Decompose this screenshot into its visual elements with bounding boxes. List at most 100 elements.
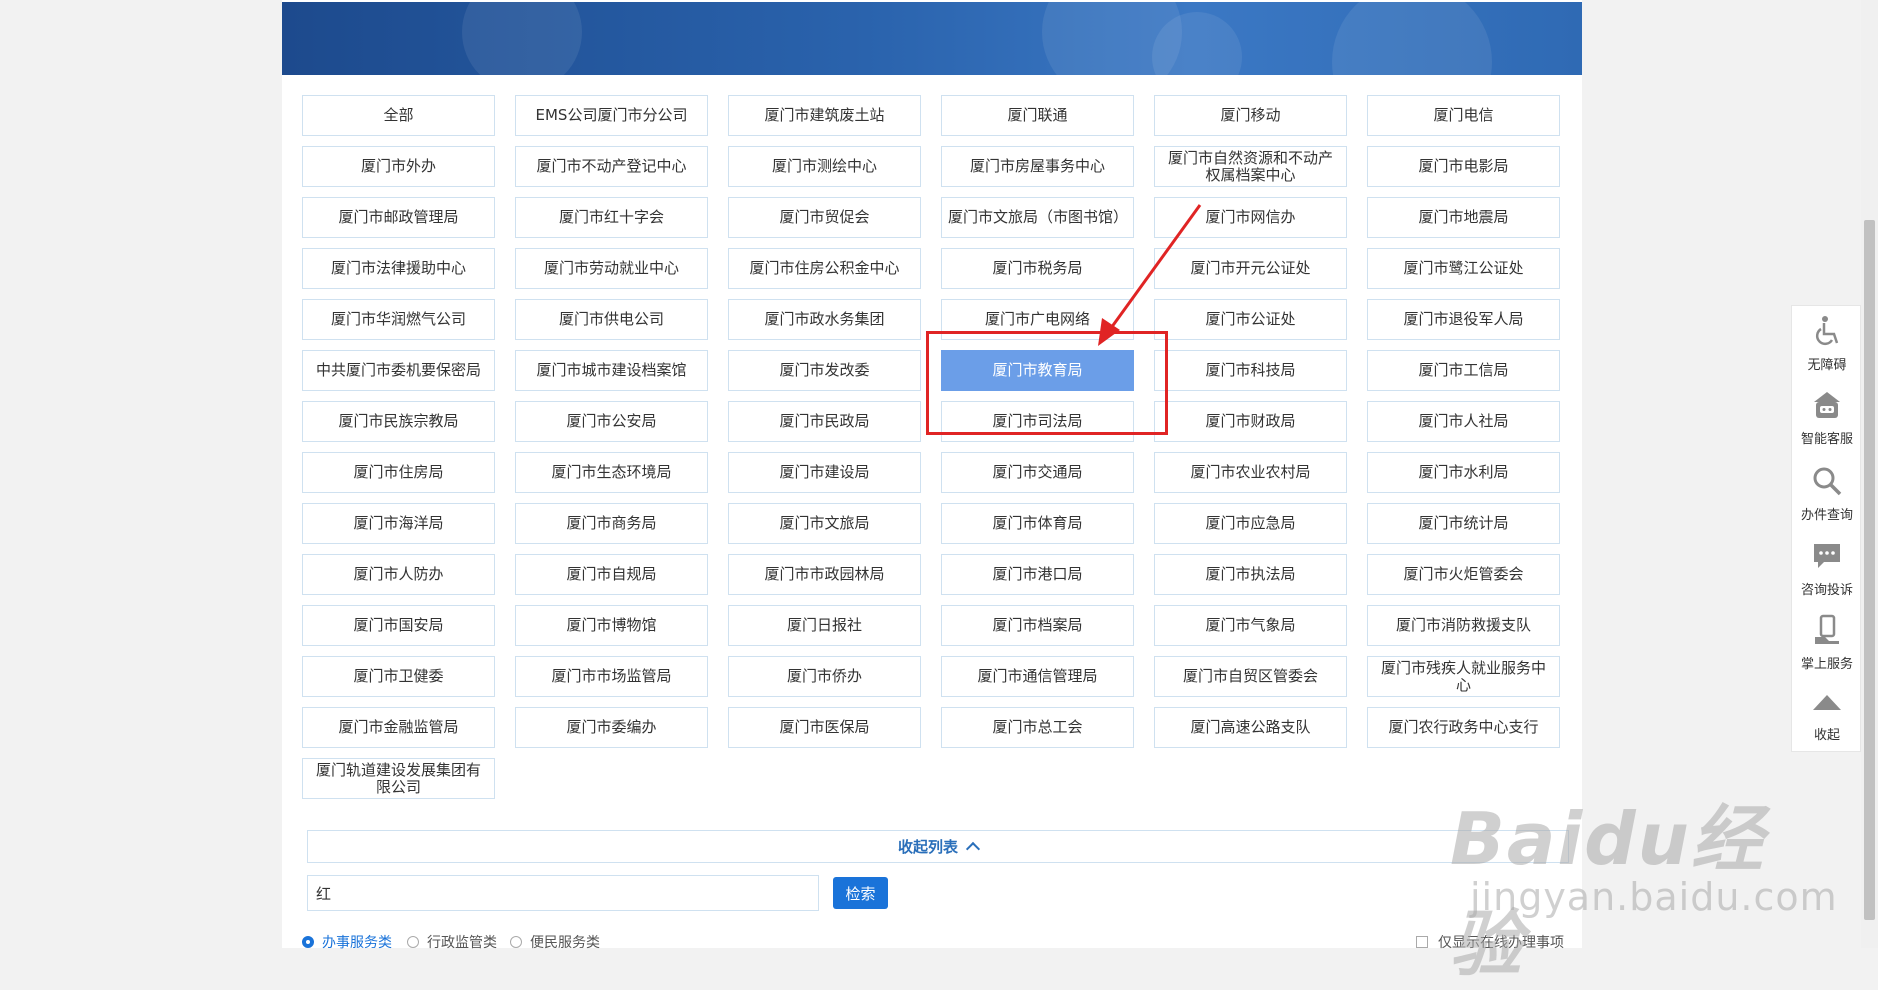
department-button[interactable]: 厦门市商务局	[515, 503, 708, 544]
mobile-icon	[1815, 614, 1839, 644]
department-button[interactable]: 厦门轨道建设发展集团有限公司	[302, 758, 495, 799]
department-button[interactable]: 厦门市测绘中心	[728, 146, 921, 187]
search-button[interactable]: 检索	[833, 877, 888, 909]
department-button[interactable]: 厦门市公证处	[1154, 299, 1347, 340]
department-button[interactable]: 厦门市海洋局	[302, 503, 495, 544]
department-button[interactable]: 厦门市港口局	[941, 554, 1134, 595]
department-button[interactable]: 厦门市自规局	[515, 554, 708, 595]
radio-service[interactable]: 办事服务类	[302, 932, 392, 952]
department-button[interactable]: 厦门市贸促会	[728, 197, 921, 238]
sidebar-item-collapse[interactable]: 收起	[1792, 684, 1862, 754]
department-button[interactable]: 厦门高速公路支队	[1154, 707, 1347, 748]
department-button[interactable]: 厦门市政水务集团	[728, 299, 921, 340]
department-button[interactable]: 厦门市供电公司	[515, 299, 708, 340]
department-button[interactable]: 厦门市法律援助中心	[302, 248, 495, 289]
department-button[interactable]: 中共厦门市委机要保密局	[302, 350, 495, 391]
department-button[interactable]: 厦门市侨办	[728, 656, 921, 697]
sidebar-item-smart-service[interactable]: 智能客服	[1792, 388, 1862, 458]
radio-label: 便民服务类	[530, 935, 600, 951]
department-button[interactable]: 厦门市房屋事务中心	[941, 146, 1134, 187]
department-button[interactable]: 厦门市住房公积金中心	[728, 248, 921, 289]
department-button[interactable]: 厦门市医保局	[728, 707, 921, 748]
radio-dot	[510, 936, 522, 948]
department-button[interactable]: 厦门市残疾人就业服务中心	[1367, 656, 1560, 697]
department-button[interactable]: 厦门市发改委	[728, 350, 921, 391]
department-button[interactable]: 厦门市人防办	[302, 554, 495, 595]
search-input[interactable]	[307, 875, 819, 911]
department-button[interactable]: 厦门市邮政管理局	[302, 197, 495, 238]
department-button[interactable]: 厦门市公安局	[515, 401, 708, 442]
department-button[interactable]: 厦门市不动产登记中心	[515, 146, 708, 187]
department-button[interactable]: 厦门市广电网络	[941, 299, 1134, 340]
department-button[interactable]: 厦门电信	[1367, 95, 1560, 136]
department-button[interactable]: 厦门市红十字会	[515, 197, 708, 238]
department-button[interactable]: 厦门市教育局	[941, 350, 1134, 391]
department-button[interactable]: 厦门市水利局	[1367, 452, 1560, 493]
department-button[interactable]: 厦门市城市建设档案馆	[515, 350, 708, 391]
department-button[interactable]: 厦门市通信管理局	[941, 656, 1134, 697]
department-button[interactable]: 厦门市市场监管局	[515, 656, 708, 697]
department-button[interactable]: 厦门市金融监管局	[302, 707, 495, 748]
department-button[interactable]: 厦门市网信办	[1154, 197, 1347, 238]
department-button[interactable]: 厦门市税务局	[941, 248, 1134, 289]
scrollbar[interactable]	[1861, 0, 1878, 948]
checkbox-label: 仅显示在线办理事项	[1438, 935, 1564, 951]
department-button[interactable]: 厦门市国安局	[302, 605, 495, 646]
department-button[interactable]: 厦门市民族宗教局	[302, 401, 495, 442]
department-button[interactable]: 厦门市总工会	[941, 707, 1134, 748]
department-button[interactable]: 厦门市生态环境局	[515, 452, 708, 493]
department-button[interactable]: 厦门市交通局	[941, 452, 1134, 493]
sidebar-item-mobile[interactable]: 掌上服务	[1792, 613, 1862, 683]
department-button[interactable]: 厦门市住房局	[302, 452, 495, 493]
department-button[interactable]: 厦门市卫健委	[302, 656, 495, 697]
department-button[interactable]: EMS公司厦门市分公司	[515, 95, 708, 136]
department-button[interactable]: 厦门市消防救援支队	[1367, 605, 1560, 646]
department-button[interactable]: 厦门市火炬管委会	[1367, 554, 1560, 595]
radio-convenience[interactable]: 便民服务类	[510, 932, 600, 952]
department-button[interactable]: 厦门市民政局	[728, 401, 921, 442]
department-button[interactable]: 厦门市电影局	[1367, 146, 1560, 187]
department-button[interactable]: 厦门市博物馆	[515, 605, 708, 646]
department-button[interactable]: 厦门市农业农村局	[1154, 452, 1347, 493]
department-button[interactable]: 厦门市文旅局	[728, 503, 921, 544]
online-only-checkbox[interactable]: 仅显示在线办理事项	[1416, 932, 1564, 952]
department-button[interactable]: 厦门市财政局	[1154, 401, 1347, 442]
department-button[interactable]: 全部	[302, 95, 495, 136]
department-button[interactable]: 厦门市退役军人局	[1367, 299, 1560, 340]
sidebar-item-accessibility[interactable]: 无障碍	[1792, 314, 1862, 384]
department-button[interactable]: 厦门市人社局	[1367, 401, 1560, 442]
department-button[interactable]: 厦门移动	[1154, 95, 1347, 136]
department-button[interactable]: 厦门市司法局	[941, 401, 1134, 442]
department-button[interactable]: 厦门市委编办	[515, 707, 708, 748]
department-button[interactable]: 厦门联通	[941, 95, 1134, 136]
sidebar-item-consult[interactable]: 咨询投诉	[1792, 539, 1862, 609]
radio-regulation[interactable]: 行政监管类	[407, 932, 497, 952]
department-button[interactable]: 厦门市地震局	[1367, 197, 1560, 238]
sidebar-item-query[interactable]: 办件查询	[1792, 464, 1862, 534]
department-button[interactable]: 厦门市气象局	[1154, 605, 1347, 646]
collapse-list-button[interactable]: 收起列表	[307, 830, 1569, 863]
department-button[interactable]: 厦门市市政园林局	[728, 554, 921, 595]
department-button[interactable]: 厦门市开元公证处	[1154, 248, 1347, 289]
department-button[interactable]: 厦门市体育局	[941, 503, 1134, 544]
department-button[interactable]: 厦门农行政务中心支行	[1367, 707, 1560, 748]
department-button[interactable]: 厦门市应急局	[1154, 503, 1347, 544]
department-button[interactable]: 厦门市统计局	[1367, 503, 1560, 544]
department-button[interactable]: 厦门市工信局	[1367, 350, 1560, 391]
department-button[interactable]: 厦门市自然资源和不动产权属档案中心	[1154, 146, 1347, 187]
department-button[interactable]: 厦门市执法局	[1154, 554, 1347, 595]
department-button[interactable]: 厦门市建设局	[728, 452, 921, 493]
department-button[interactable]: 厦门市外办	[302, 146, 495, 187]
department-button[interactable]: 厦门市华润燃气公司	[302, 299, 495, 340]
department-button[interactable]: 厦门市科技局	[1154, 350, 1347, 391]
department-button[interactable]: 厦门日报社	[728, 605, 921, 646]
department-button[interactable]: 厦门市档案局	[941, 605, 1134, 646]
department-button[interactable]: 厦门市劳动就业中心	[515, 248, 708, 289]
scrollbar-thumb[interactable]	[1864, 220, 1875, 920]
department-button[interactable]: 厦门市建筑废土站	[728, 95, 921, 136]
department-button[interactable]: 厦门市鹭江公证处	[1367, 248, 1560, 289]
department-button[interactable]: 厦门市自贸区管委会	[1154, 656, 1347, 697]
department-button[interactable]: 厦门市文旅局（市图书馆）	[941, 197, 1134, 238]
sidebar-label: 掌上服务	[1800, 657, 1853, 672]
sidebar-label: 智能客服	[1800, 432, 1853, 447]
